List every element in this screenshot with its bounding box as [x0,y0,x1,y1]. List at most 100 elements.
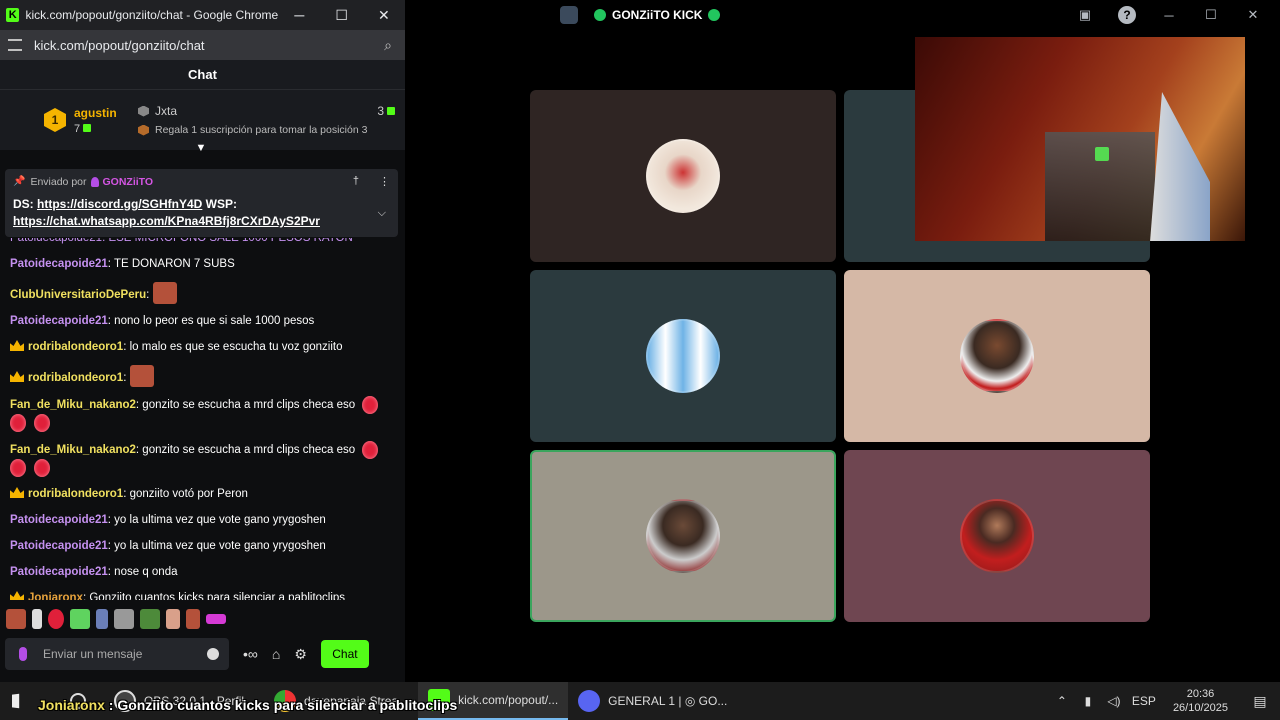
start-button[interactable] [0,682,40,720]
close-button[interactable]: ✕ [363,0,405,30]
chat-input-box[interactable] [5,638,229,670]
volume-icon[interactable]: ◁) [1104,694,1124,708]
chat-username[interactable]: Patoidecapoide21 [10,540,108,552]
chat-username[interactable]: Fan_de_Miku_nakano2 [10,399,136,411]
kicks-icon[interactable]: •∞ [243,646,258,662]
url-text[interactable]: kick.com/popout/gonziito/chat [34,38,379,53]
red-emote-icon [34,414,50,432]
chat-username[interactable]: rodribalondeoro1 [28,341,123,353]
chat-text: : Gonziito cuantos kicks para silenciar … [82,592,346,600]
pinned-text: WSP: [202,197,238,211]
minimize-button[interactable]: ─ [278,0,320,30]
chat-message: Fan_de_Miku_nakano2: gonzito se escucha … [10,396,395,432]
inbox-icon[interactable]: ▣ [1070,0,1100,30]
gift-leaderboard: 1 agustin 7 Jxta 3 Regala 1 suscripción … [0,90,405,154]
emote-5-icon[interactable] [96,609,108,629]
broadcaster-badge-icon [90,176,99,187]
subscriber-crown-icon [10,591,24,600]
microphone-icon[interactable]: ▮ [1078,694,1098,708]
taskbar-label: GENERAL 1 | ◎ GO... [608,694,728,708]
chat-message: rodribalondeoro1: gonziito votó por Pero… [10,486,395,503]
minimize-button[interactable]: ─ [1154,0,1184,30]
pinned-sender[interactable]: GONZiiTO [103,176,154,188]
participant-tile-speaking[interactable] [530,450,836,622]
emote-10-icon[interactable] [206,614,226,624]
scroll-down-icon[interactable]: ▼ [194,142,208,154]
send-chat-button[interactable]: Chat [320,640,369,668]
discord-link[interactable]: https://discord.gg/SGHfnY4D [37,197,202,211]
chat-username[interactable]: Patoidecapoide21 [10,315,108,327]
emote-6-icon[interactable] [114,609,134,629]
chat-text: : gonzito se escucha a mrd clips checa e… [135,444,356,456]
microphone-icon[interactable] [19,647,27,661]
gift-icon [387,107,395,115]
chat-username[interactable]: Joniaronx [28,592,83,600]
participant-tile[interactable] [530,90,836,262]
chat-message-list[interactable]: Patoidecapoide21: ESE MICROFONO SALE 100… [0,238,405,600]
clock-time: 20:36 [1186,688,1215,700]
chat-text: : [123,372,127,384]
chat-text: : yo la ultima vez que vote gano yrygosh… [107,514,326,526]
subscriber-crown-icon [10,371,24,382]
taskbar-discord[interactable]: GENERAL 1 | ◎ GO... [568,682,737,720]
maximize-button[interactable]: ☐ [320,0,362,30]
chat-username[interactable]: Patoidecapoide21 [10,258,108,270]
chrome-window-title: kick.com/popout/gonziito/chat - Google C… [25,8,279,22]
emote-3-icon[interactable] [48,609,64,629]
emote-7-icon[interactable] [140,609,160,629]
help-icon[interactable]: ? [1118,6,1136,24]
chevron-up-icon[interactable]: ⌃ [1052,694,1072,708]
pin-icon: 📌 [13,176,26,187]
leaderboard-second-name[interactable]: Jxta [155,104,177,118]
whatsapp-link[interactable]: https://chat.whatsapp.com/KPna4RBfj8rCXr… [13,214,320,228]
address-bar[interactable]: kick.com/popout/gonziito/chat ⌕ [0,30,405,60]
stream-chat-overlay: Joniaronx : Gonziito cuantos kicks para … [38,697,457,713]
settings-gear-icon[interactable]: ⚙ [294,646,307,663]
help-button[interactable]: ? [1112,0,1142,30]
search-icon[interactable]: ⌕ [379,36,397,54]
emoji-picker-icon[interactable] [207,648,219,660]
webcam-overlay [915,37,1245,241]
more-options-icon[interactable]: ⋮ [379,175,390,188]
chat-text: : [146,289,150,301]
face-emote-icon [152,282,177,304]
chat-username[interactable]: rodribalondeoro1 [28,488,123,500]
windows-logo-icon [12,693,20,709]
chat-username[interactable]: Patoidecapoide21 [10,514,108,526]
participant-tile[interactable] [844,450,1150,622]
participant-tile[interactable] [844,270,1150,442]
discord-app-icon [560,6,578,24]
chat-username[interactable]: ClubUniversitarioDePeru [10,289,146,301]
maximize-button[interactable]: ☐ [1196,0,1226,30]
language-indicator[interactable]: ESP [1130,694,1158,708]
chevron-down-icon[interactable]: ⌵ [378,207,386,220]
chat-text: : nono lo peor es que si sale 1000 pesos [107,315,315,327]
notifications-icon[interactable]: ▤ [1240,693,1280,710]
chat-text: : TE DONARON 7 SUBS [107,258,235,270]
close-button[interactable]: ✕ [1238,0,1268,30]
participant-avatar [646,139,720,213]
unpin-icon[interactable]: † [353,175,359,188]
site-settings-icon[interactable] [8,39,22,51]
emote-8-icon[interactable] [166,609,180,629]
participant-tile[interactable] [530,270,836,442]
chat-username[interactable]: Fan_de_Miku_nakano2 [10,444,136,456]
emote-2-icon[interactable] [32,609,42,629]
message-input[interactable] [43,647,207,661]
subscriber-crown-icon [10,487,24,498]
store-icon[interactable]: ⌂ [272,646,280,662]
gift-icon [83,123,92,132]
discord-channel-title: GONZiiTO KICK [612,8,703,22]
chat-username[interactable]: Patoidecapoide21 [10,566,108,578]
emote-4-icon[interactable] [70,609,90,629]
chat-username[interactable]: rodribalondeoro1 [28,372,123,384]
emote-9-icon[interactable] [186,609,200,629]
chat-text: : lo malo es que se escucha tu voz gonzi… [123,341,343,353]
chat-message: rodribalondeoro1: lo malo es que se escu… [10,339,395,356]
chat-input-row: •∞ ⌂ ⚙ Chat [5,638,400,670]
overlay-text: : Gonziito cuantos kicks para silenciar … [104,697,458,713]
leaderboard-top-name[interactable]: agustin [74,106,124,120]
emote-1-icon[interactable] [6,609,26,629]
clock[interactable]: 20:36 26/10/2025 [1173,687,1228,715]
pinned-by-label: Enviado por [30,175,87,188]
